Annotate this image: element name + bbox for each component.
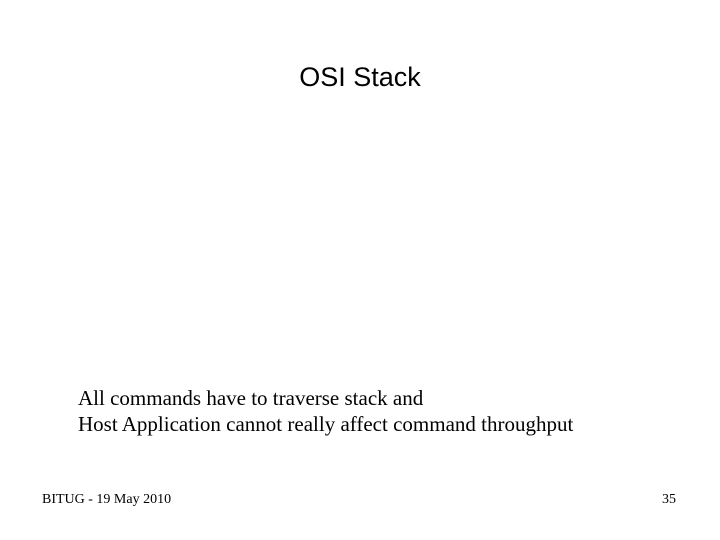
body-line-1: All commands have to traverse stack and [78,385,573,411]
body-text: All commands have to traverse stack and … [78,385,573,438]
body-line-2: Host Application cannot really affect co… [78,411,573,437]
slide: OSI Stack All commands have to traverse … [0,0,720,540]
footer-left: BITUG - 19 May 2010 [42,492,171,508]
slide-title: OSI Stack [0,62,720,93]
page-number: 35 [662,492,676,508]
